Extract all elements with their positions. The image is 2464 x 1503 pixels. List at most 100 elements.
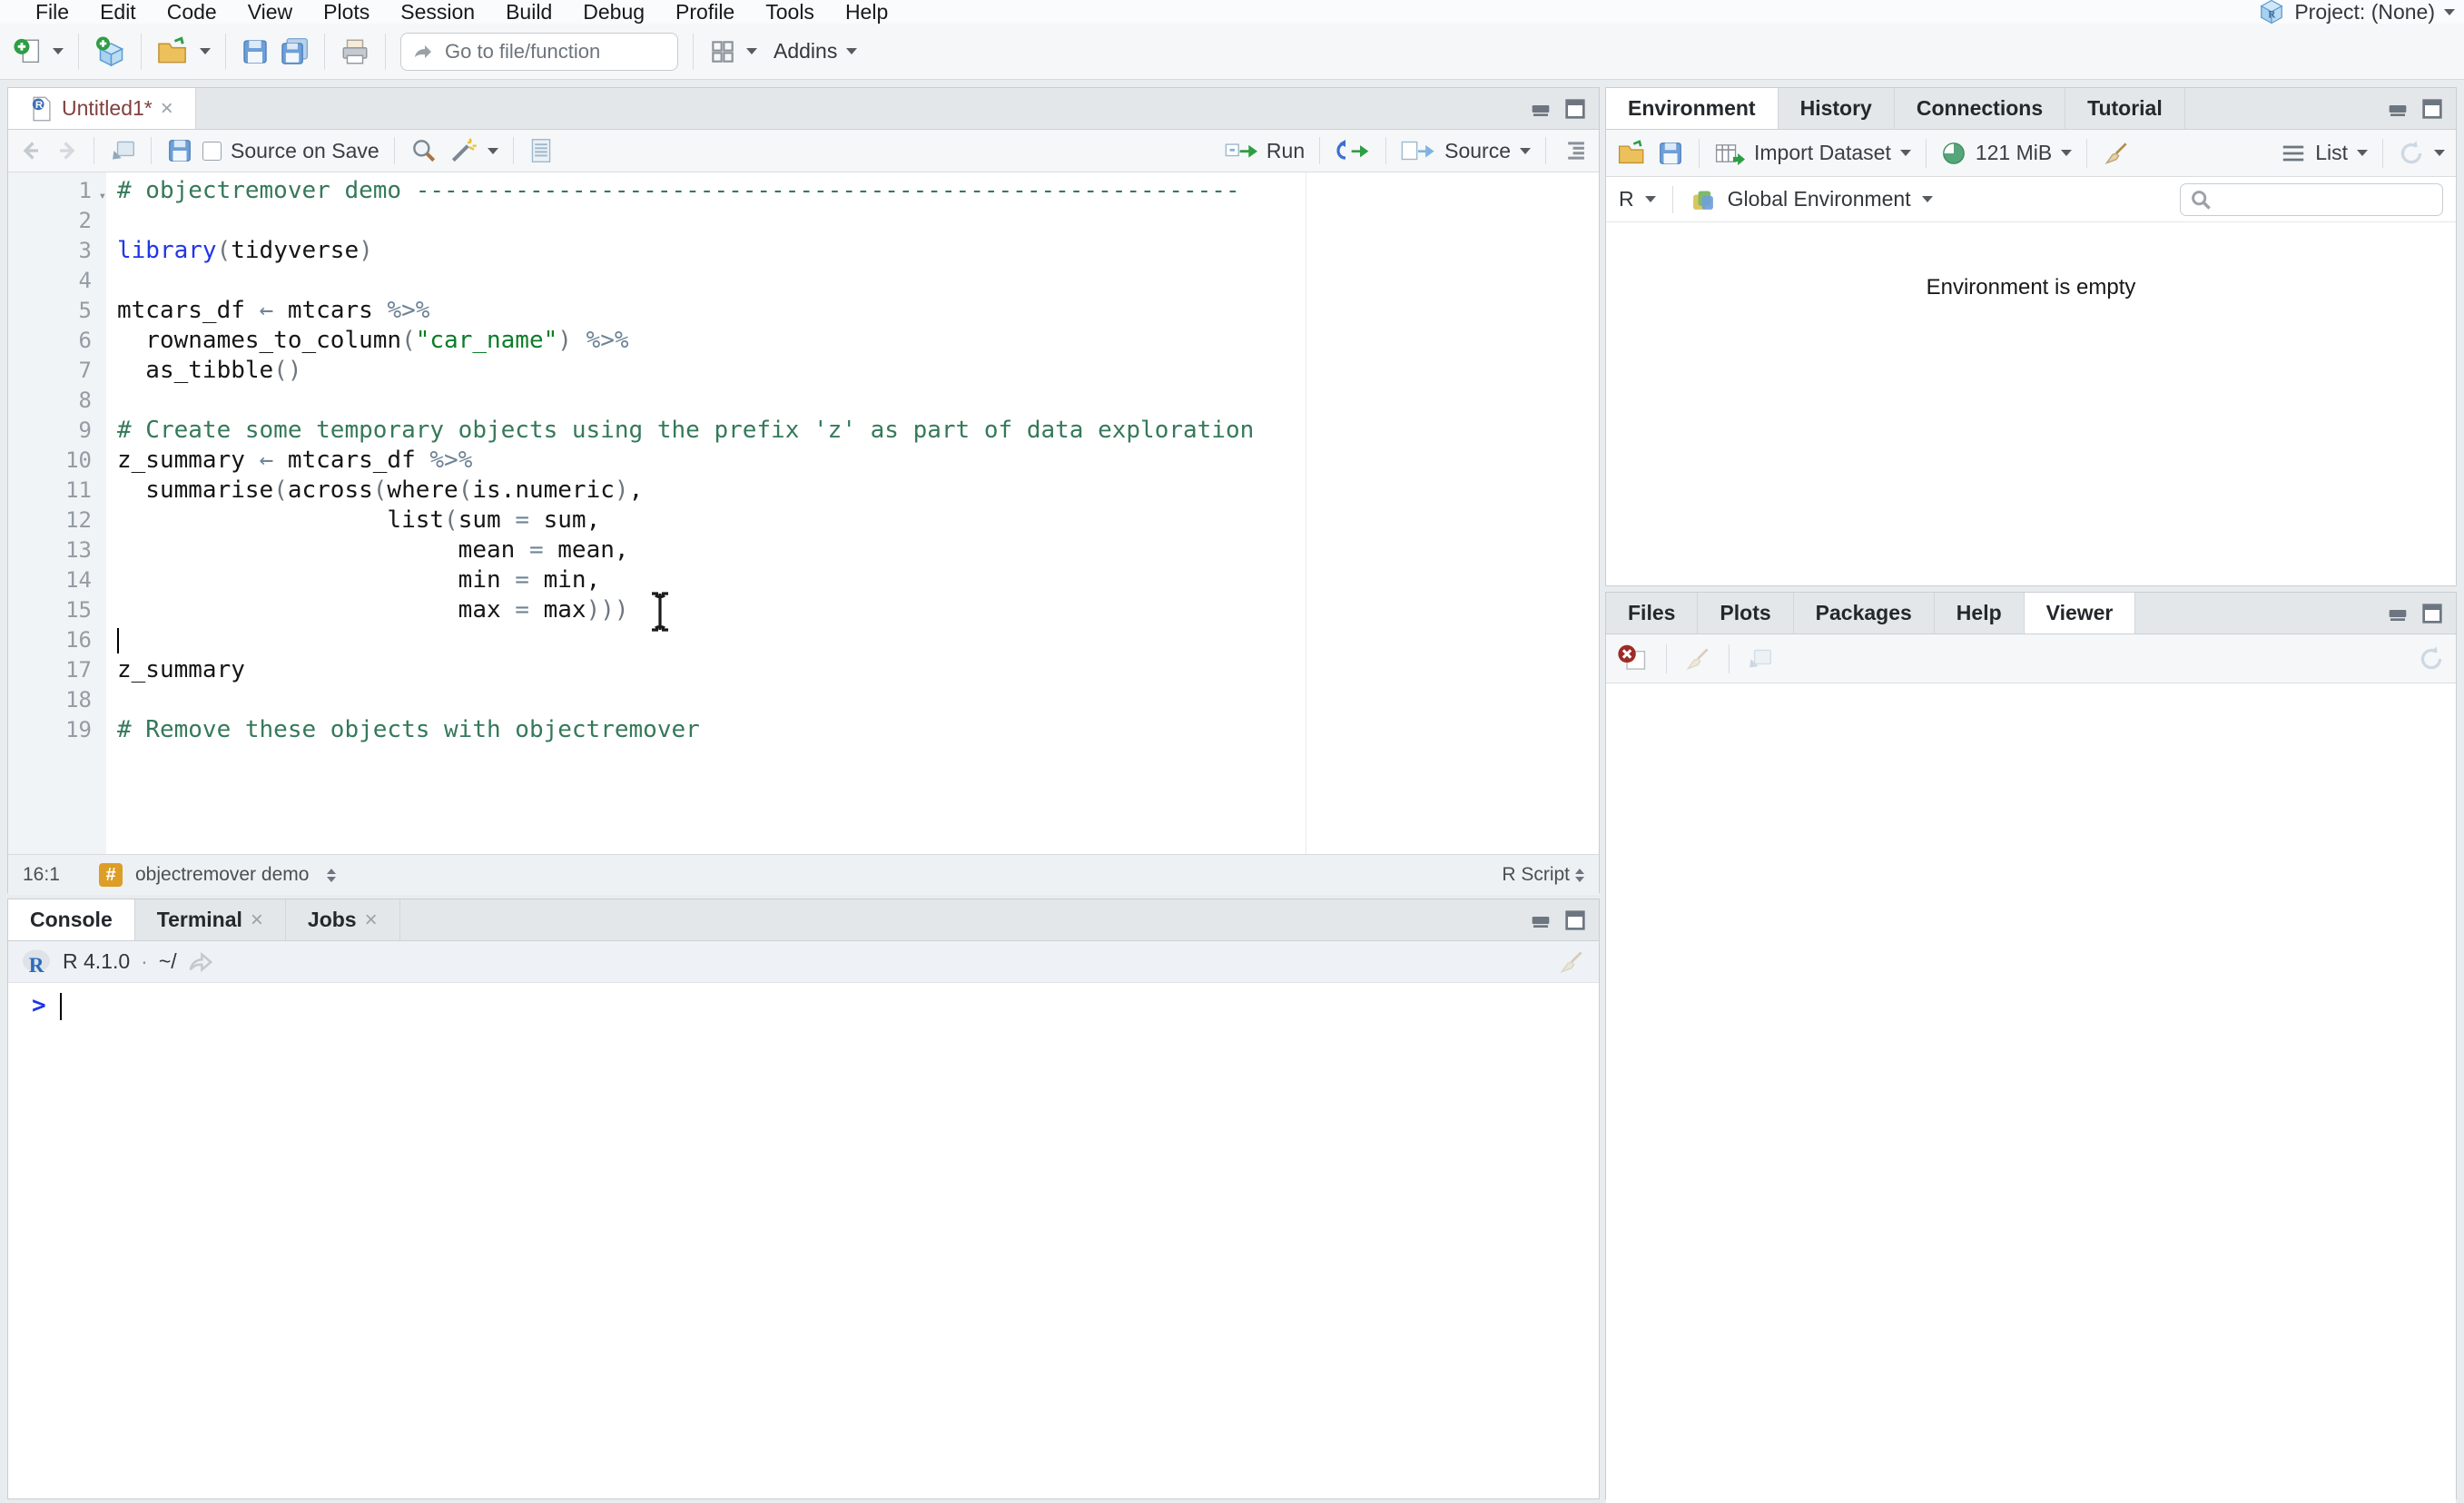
clear-environment-broom-icon[interactable] [2102, 139, 2131, 168]
menu-item-code[interactable]: Code [152, 0, 232, 24]
code-line[interactable]: 6 rownames_to_column("car_name") %>% [8, 326, 1599, 356]
document-outline-icon[interactable] [1561, 138, 1588, 163]
tab-environment[interactable]: Environment [1606, 88, 1779, 129]
code-tools-wand-icon[interactable] [448, 136, 478, 165]
find-replace-icon[interactable] [409, 136, 439, 165]
menu-item-view[interactable]: View [232, 0, 308, 24]
open-in-new-window-icon[interactable] [1746, 646, 1773, 672]
new-file-icon[interactable] [13, 36, 44, 67]
code-line[interactable]: 2 [8, 206, 1599, 236]
tab-console[interactable]: Console [8, 899, 135, 940]
open-file-icon[interactable] [156, 35, 191, 67]
menu-item-build[interactable]: Build [490, 0, 567, 24]
menu-item-debug[interactable]: Debug [567, 0, 660, 24]
code-editor[interactable]: 1 ▾ # objectremover demo -----------------… [8, 172, 1599, 854]
tab-terminal[interactable]: Terminal × [135, 899, 286, 940]
file-type-spinner-icon[interactable] [1575, 868, 1584, 882]
save-all-icon[interactable] [279, 36, 310, 67]
maximize-pane-icon[interactable] [2421, 603, 2443, 624]
stop-viewer-icon[interactable] [1617, 643, 1650, 674]
console-body[interactable]: > [8, 983, 1599, 1020]
code-line[interactable]: 9 # Create some temporary objects using t… [8, 416, 1599, 446]
code-tools-caret[interactable] [487, 147, 498, 154]
code-line[interactable]: 13 mean = mean, [8, 535, 1599, 565]
clear-console-broom-icon[interactable] [1557, 948, 1586, 977]
refresh-icon[interactable] [2418, 645, 2445, 673]
maximize-pane-icon[interactable] [1564, 98, 1586, 119]
print-icon[interactable] [340, 37, 370, 66]
tab-plots[interactable]: Plots [1698, 593, 1794, 634]
code-line[interactable]: 1 ▾ # objectremover demo -----------------… [8, 176, 1599, 206]
project-selector[interactable]: R Project: (None) [2258, 0, 2464, 25]
code-line[interactable]: 8 [8, 386, 1599, 416]
code-line[interactable]: 14 min = min, [8, 565, 1599, 595]
code-line[interactable]: 17 z_summary [8, 655, 1599, 685]
source-menu-caret[interactable] [1520, 147, 1531, 154]
section-name[interactable]: objectremover demo [135, 864, 309, 886]
menu-item-file[interactable]: File [20, 0, 84, 24]
menu-item-tools[interactable]: Tools [750, 0, 830, 24]
language-selector[interactable]: R [1619, 187, 1634, 211]
tab-packages[interactable]: Packages [1794, 593, 1935, 634]
source-on-save-checkbox[interactable] [202, 141, 222, 161]
scope-selector[interactable]: Global Environment [1728, 187, 1911, 211]
code-line[interactable]: 12 list(sum = sum, [8, 506, 1599, 535]
menu-item-session[interactable]: Session [385, 0, 490, 24]
tab-help[interactable]: Help [1935, 593, 2025, 634]
maximize-pane-icon[interactable] [1564, 909, 1586, 930]
close-icon[interactable]: × [365, 908, 378, 933]
refresh-caret[interactable] [2434, 150, 2445, 156]
code-line[interactable]: 3 library(tidyverse) [8, 236, 1599, 266]
compile-report-icon[interactable] [528, 137, 554, 164]
minimize-pane-icon[interactable] [2387, 604, 2409, 623]
menu-item-plots[interactable]: Plots [308, 0, 385, 24]
menu-item-help[interactable]: Help [830, 0, 903, 24]
tab-history[interactable]: History [1779, 88, 1895, 129]
forward-icon[interactable] [54, 139, 79, 162]
file-type-label[interactable]: R Script [1502, 864, 1570, 886]
memory-usage-label[interactable]: 121 MiB [1976, 141, 2052, 165]
maximize-pane-icon[interactable] [2421, 98, 2443, 119]
panes-grid-icon[interactable] [708, 37, 737, 66]
goto-file-function-box[interactable] [400, 32, 678, 71]
code-line[interactable]: 19 # Remove these objects with objectremo… [8, 715, 1599, 745]
code-line[interactable]: 11 summarise(across(where(is.numeric), [8, 476, 1599, 506]
open-recent-caret[interactable] [200, 48, 211, 54]
addins-caret[interactable] [846, 48, 858, 54]
list-view-label[interactable]: List [2315, 141, 2348, 165]
code-line[interactable]: 4 [8, 266, 1599, 296]
tab-viewer[interactable]: Viewer [2024, 593, 2136, 634]
source-button[interactable]: Source [1444, 139, 1511, 163]
code-line[interactable]: 18 [8, 685, 1599, 715]
rerun-icon[interactable] [1335, 138, 1371, 163]
goto-file-input[interactable] [443, 38, 628, 64]
minimize-pane-icon[interactable] [1530, 100, 1552, 118]
close-icon[interactable]: × [251, 908, 263, 933]
list-view-caret[interactable] [2357, 150, 2368, 156]
open-in-new-window-icon[interactable] [109, 138, 136, 163]
tab-connections[interactable]: Connections [1895, 88, 2066, 129]
code-line[interactable]: 10 z_summary ← mtcars_df %>% [8, 446, 1599, 476]
import-dataset-button[interactable]: Import Dataset [1754, 141, 1891, 165]
environment-search-box[interactable] [2180, 182, 2443, 216]
menu-item-edit[interactable]: Edit [84, 0, 152, 24]
addins-label[interactable]: Addins [774, 39, 837, 64]
open-directory-icon[interactable] [188, 951, 213, 973]
panes-menu-caret[interactable] [746, 48, 757, 54]
minimize-pane-icon[interactable] [2387, 100, 2409, 118]
minimize-pane-icon[interactable] [1530, 911, 1552, 929]
language-caret[interactable] [1644, 196, 1656, 202]
back-icon[interactable] [19, 139, 44, 162]
menu-item-profile[interactable]: Profile [660, 0, 750, 24]
code-line[interactable]: 5 mtcars_df ← mtcars %>% [8, 296, 1599, 326]
new-file-menu-caret[interactable] [53, 48, 64, 54]
tab-jobs[interactable]: Jobs × [286, 899, 400, 940]
code-line[interactable]: 7 as_tibble() [8, 356, 1599, 386]
environment-search-input[interactable] [2219, 187, 2431, 211]
scope-caret[interactable] [1921, 196, 1933, 202]
run-button[interactable]: Run [1266, 139, 1305, 163]
tab-untitled1[interactable]: R Untitled1* × [8, 88, 196, 129]
code-line[interactable]: 15 max = max))) [8, 595, 1599, 625]
new-project-icon[interactable] [94, 35, 126, 68]
tab-files[interactable]: Files [1606, 593, 1699, 634]
